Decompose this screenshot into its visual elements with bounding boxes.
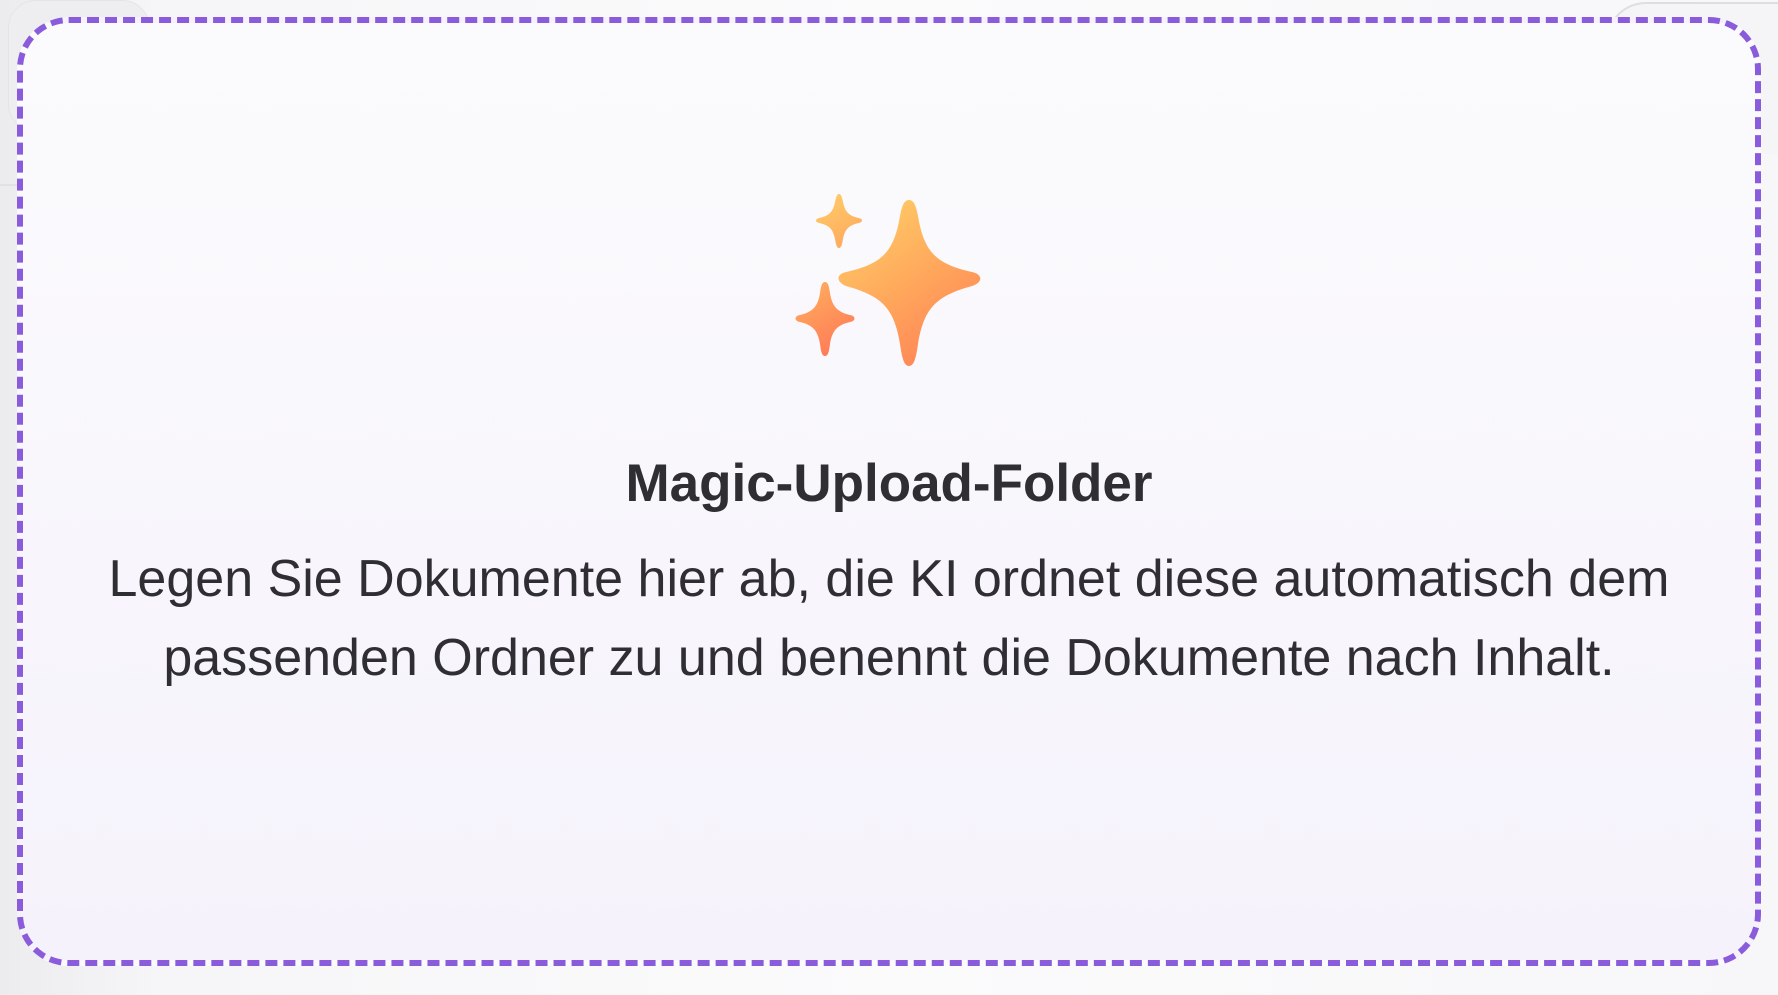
magic-upload-dropzone[interactable]: Magic-Upload-Folder Legen Sie Dokumente …: [17, 17, 1761, 966]
dropzone-title: Magic-Upload-Folder: [625, 454, 1153, 513]
page-background: Magic-Upload-Folder Legen Sie Dokumente …: [0, 0, 1778, 995]
sparkles-icon: [795, 194, 981, 366]
dropzone-description: Legen Sie Dokumente hier ab, die KI ordn…: [108, 550, 1670, 687]
